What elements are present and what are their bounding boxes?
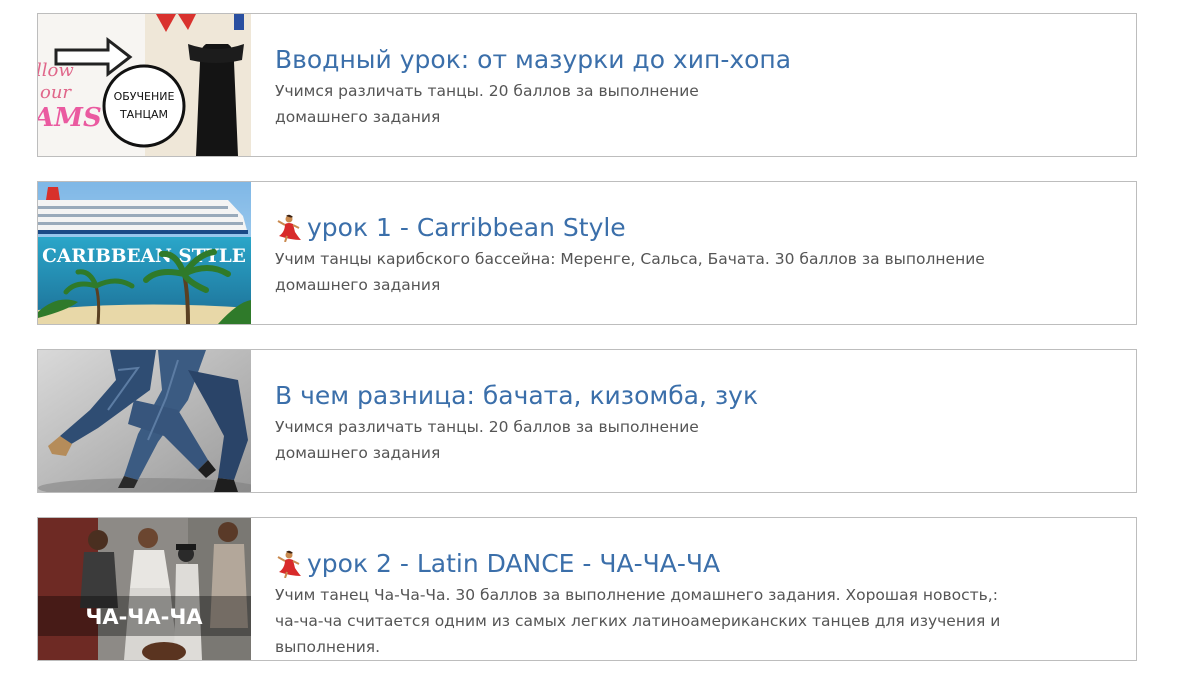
lesson-title-text[interactable]: В чем разница: бачата, кизомба, зук [275,380,758,412]
lesson-title[interactable]: урок 2 - Latin DANCE - ЧА-ЧА-ЧА [275,548,1011,580]
lesson-title[interactable]: урок 1 - Carribbean Style [275,212,1011,244]
lesson-title-text[interactable]: урок 2 - Latin DANCE - ЧА-ЧА-ЧА [307,548,720,580]
script-text-2: our [40,82,72,103]
lesson-title[interactable]: В чем разница: бачата, кизомба, зук [275,380,1011,412]
dance-lesson-collage-image[interactable]: llow our AMS ОБУЧЕНИЕ ТАНЦАМ [38,14,251,156]
script-text-3: AMS [38,103,102,133]
thumbnail-overlay-text: CARIBBEAN STYLE [42,246,246,267]
lesson-title-text[interactable]: урок 1 - Carribbean Style [307,212,626,244]
thumbnail-overlay-text: ЧА-ЧА-ЧА [85,605,203,629]
lesson-description: Учимся различать танцы. 20 баллов за вып… [275,418,699,462]
lesson-title[interactable]: Вводный урок: от мазурки до хип-хопа [275,44,1011,76]
lesson-description: Учимся различать танцы. 20 баллов за вып… [275,82,699,126]
cruise-ship-beach-image[interactable]: CARIBBEAN STYLE [38,182,251,324]
circle-text-line2: ТАНЦАМ [119,108,168,121]
lesson-card[interactable]: ЧА-ЧА-ЧА урок 2 - Latin DANCE - ЧА-ЧА-ЧА… [37,517,1137,661]
lesson-list: llow our AMS ОБУЧЕНИЕ ТАНЦАМ Вводный уро… [0,0,1200,673]
lesson-card[interactable]: В чем разница: бачата, кизомба, зук Учим… [37,349,1137,493]
circle-text-line1: ОБУЧЕНИЕ [114,90,175,103]
lesson-description: Учим танцы карибского бассейна: Меренге,… [275,250,985,294]
lesson-body: В чем разница: бачата, кизомба, зук Учим… [251,350,1011,492]
lesson-body: урок 2 - Latin DANCE - ЧА-ЧА-ЧА Учим тан… [251,518,1011,660]
lesson-body: урок 1 - Carribbean Style Учим танцы кар… [251,182,1011,324]
dancers-legs-jeans-image[interactable] [38,350,251,492]
lesson-card[interactable]: CARIBBEAN STYLE урок 1 - Carribbean Styl… [37,181,1137,325]
lesson-card[interactable]: llow our AMS ОБУЧЕНИЕ ТАНЦАМ Вводный уро… [37,13,1137,157]
lesson-title-text[interactable]: Вводный урок: от мазурки до хип-хопа [275,44,791,76]
lesson-body: Вводный урок: от мазурки до хип-хопа Учи… [251,14,1011,156]
dancer-emoji-icon [275,550,301,579]
lesson-description: Учим танец Ча-Ча-Ча. 30 баллов за выполн… [275,586,1001,656]
dancer-emoji-icon [275,214,301,243]
street-dancers-photo-image[interactable]: ЧА-ЧА-ЧА [38,518,251,660]
